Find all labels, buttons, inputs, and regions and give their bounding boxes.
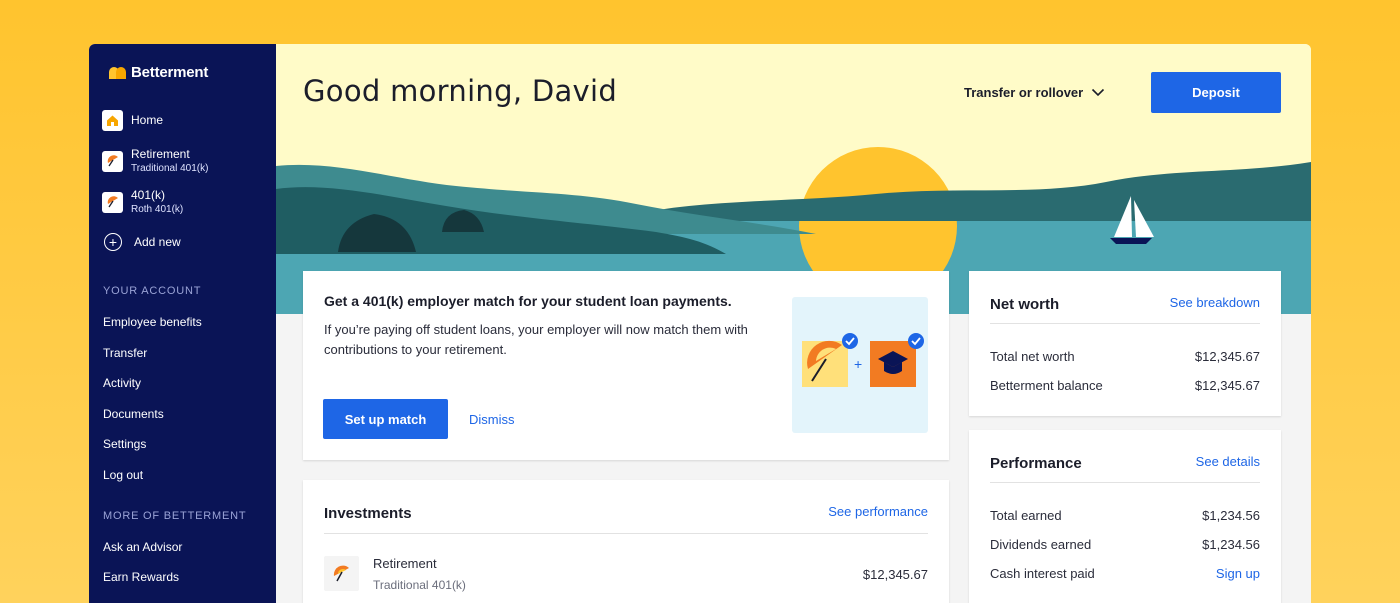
promo-illustration: + — [792, 297, 928, 433]
sidebar-link-ask-advisor[interactable]: Ask an Advisor — [103, 540, 182, 554]
sign-up-link[interactable]: Sign up — [1216, 566, 1260, 581]
brand-logo[interactable]: Betterment — [109, 64, 208, 81]
divider — [990, 482, 1260, 483]
app-window: Betterment Home Retirement Traditional 4… — [89, 44, 1311, 603]
employer-match-promo-card: Get a 401(k) employer match for your stu… — [303, 271, 949, 460]
umbrella-icon — [102, 191, 123, 213]
performance-card: Performance See details Total earned $1,… — [969, 430, 1281, 603]
sidebar-link-settings[interactable]: Settings — [103, 437, 146, 451]
main-content: Good morning, David Transfer or rollover… — [276, 44, 1311, 603]
sidebar-item-home[interactable]: Home — [102, 110, 163, 131]
sidebar-account-retirement[interactable]: Retirement Traditional 401(k) — [102, 147, 208, 175]
account-subtitle: Roth 401(k) — [131, 204, 184, 215]
deposit-button[interactable]: Deposit — [1151, 72, 1281, 113]
dismiss-link[interactable]: Dismiss — [469, 412, 515, 427]
svg-text:+: + — [854, 356, 862, 372]
brand-name: Betterment — [131, 64, 209, 81]
section-label-your-account: YOUR ACCOUNT — [103, 285, 202, 297]
investment-title: Retirement — [373, 556, 437, 571]
sidebar: Betterment Home Retirement Traditional 4… — [89, 44, 276, 603]
greeting-heading: Good morning, David — [303, 74, 618, 108]
sidebar-account-401k[interactable]: 401(k) Roth 401(k) — [102, 188, 183, 216]
see-performance-link[interactable]: See performance — [828, 504, 928, 519]
sidebar-item-label: Home — [131, 113, 164, 127]
transfer-label: Transfer or rollover — [964, 85, 1084, 100]
chevron-down-icon — [1091, 85, 1105, 100]
sidebar-link-employee-benefits[interactable]: Employee benefits — [103, 315, 202, 329]
section-label-more: MORE OF BETTERMENT — [103, 510, 247, 522]
sidebar-link-log-out[interactable]: Log out — [103, 468, 143, 482]
performance-title: Performance — [990, 455, 1082, 472]
sidebar-link-earn-rewards[interactable]: Earn Rewards — [103, 570, 179, 584]
net-worth-card: Net worth See breakdown Total net worth … — [969, 271, 1281, 416]
transfer-rollover-dropdown[interactable]: Transfer or rollover — [964, 85, 1105, 100]
divider — [324, 533, 928, 534]
promo-title: Get a 401(k) employer match for your stu… — [324, 293, 732, 309]
set-up-match-button[interactable]: Set up match — [323, 399, 448, 439]
umbrella-icon — [102, 150, 123, 172]
total-net-worth-label: Total net worth — [990, 349, 1075, 364]
total-net-worth-value: $12,345.67 — [1194, 349, 1260, 364]
account-title: Retirement — [131, 147, 190, 161]
dividends-earned-label: Dividends earned — [990, 537, 1092, 552]
see-details-link[interactable]: See details — [1196, 454, 1260, 469]
see-breakdown-link[interactable]: See breakdown — [1170, 295, 1260, 310]
cash-interest-label: Cash interest paid — [990, 566, 1095, 581]
add-new-account-button[interactable]: + Add new — [102, 233, 181, 251]
investments-card: Investments See performance Retirement T… — [303, 480, 949, 603]
investment-subtitle: Traditional 401(k) — [373, 578, 466, 592]
promo-body: If you’re paying off student loans, your… — [324, 322, 748, 357]
betterment-balance-label: Betterment balance — [990, 378, 1103, 393]
investment-value: $12,345.67 — [862, 567, 928, 582]
account-title: 401(k) — [131, 188, 166, 202]
sidebar-link-documents[interactable]: Documents — [103, 407, 164, 421]
investments-title: Investments — [324, 505, 412, 522]
total-earned-value: $1,234.56 — [1202, 508, 1260, 523]
umbrella-icon — [324, 556, 359, 591]
logo-mark-icon — [109, 66, 127, 79]
account-subtitle: Traditional 401(k) — [131, 163, 209, 174]
house-icon — [102, 110, 123, 131]
add-new-label: Add new — [134, 234, 181, 249]
dividends-earned-value: $1,234.56 — [1202, 537, 1260, 552]
total-earned-label: Total earned — [990, 508, 1062, 523]
divider — [990, 323, 1260, 324]
sidebar-link-activity[interactable]: Activity — [103, 376, 141, 390]
sidebar-link-transfer[interactable]: Transfer — [103, 346, 147, 360]
plus-circle-icon: + — [104, 233, 122, 251]
net-worth-title: Net worth — [990, 296, 1060, 313]
betterment-balance-value: $12,345.67 — [1194, 378, 1260, 393]
